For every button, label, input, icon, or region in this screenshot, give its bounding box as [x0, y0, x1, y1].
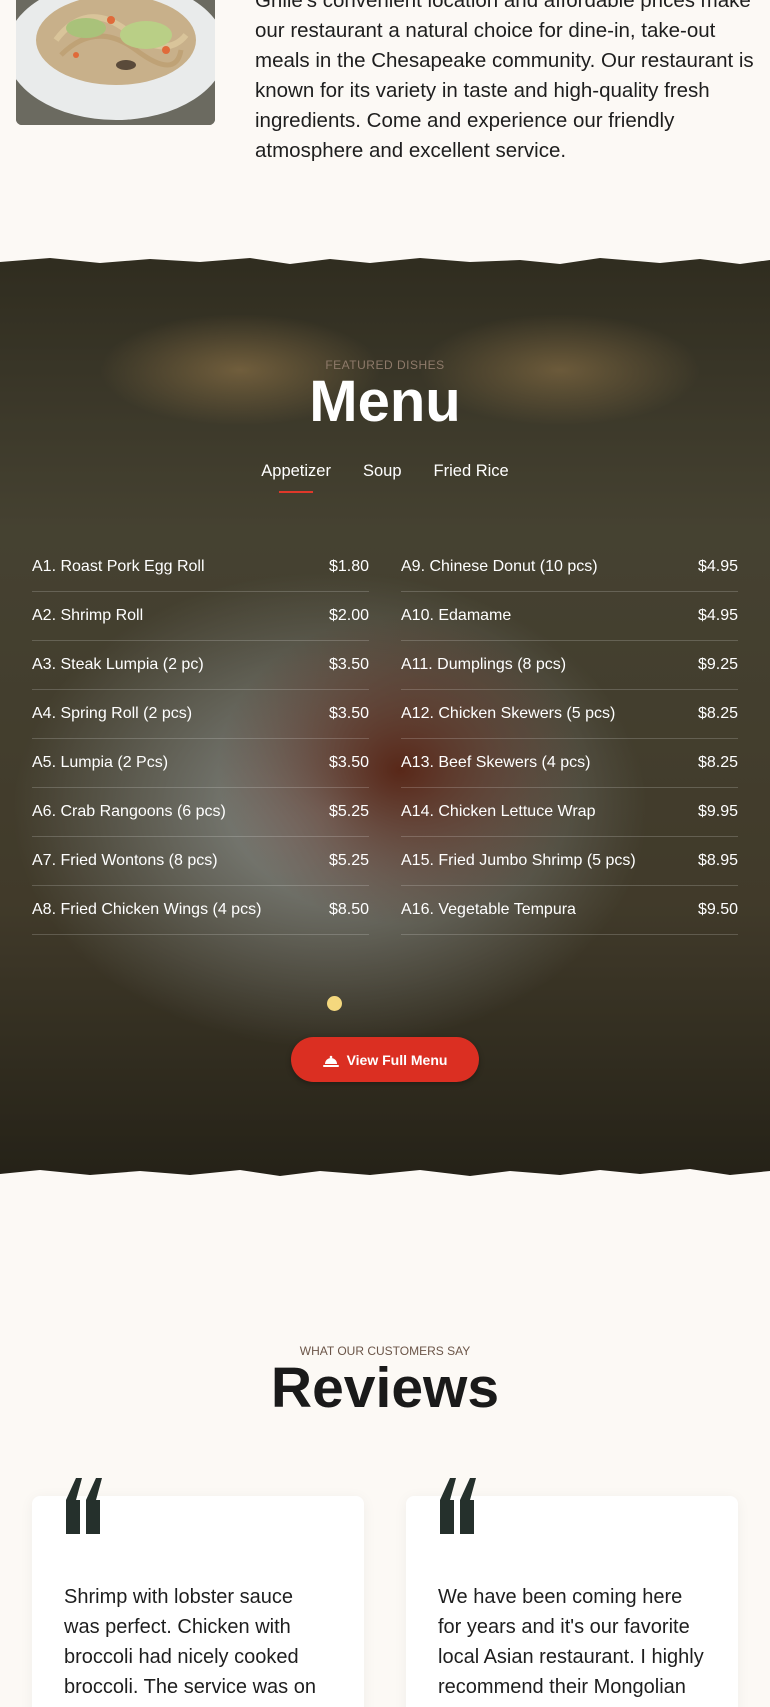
menu-section: FEATURED DISHES Menu Appetizer Soup Frie… [0, 250, 770, 1185]
menu-title: Menu [309, 369, 461, 434]
review-card: We have been coming here for years and i… [406, 1478, 738, 1707]
menu-item-name: A6. Crab Rangoons (6 pcs) [32, 803, 226, 820]
view-full-menu-label: View Full Menu [346, 1051, 448, 1068]
menu-item: A6. Crab Rangoons (6 pcs) $5.25 [32, 788, 369, 837]
menu-item-name: A12. Chicken Skewers (5 pcs) [401, 705, 616, 722]
menu-item-name: A16. Vegetable Tempura [401, 901, 576, 918]
menu-item-price: $1.80 [328, 558, 369, 575]
menu-item: A15. Fried Jumbo Shrimp (5 pcs) $8.95 [401, 837, 738, 886]
menu-item-price: $3.50 [328, 705, 369, 722]
menu-item-name: A14. Chicken Lettuce Wrap [401, 803, 596, 820]
menu-item: A9. Chinese Donut (10 pcs) $4.95 [401, 543, 738, 592]
menu-item-price: $9.95 [697, 803, 738, 820]
menu-items: A1. Roast Pork Egg Roll $1.80 A2. Shrimp … [32, 543, 738, 935]
menu-item-name: A10. Edamame [401, 607, 512, 624]
review-card: Shrimp with lobster sauce was perfect. C… [32, 1478, 364, 1707]
tab-soup[interactable]: Soup [363, 462, 402, 493]
menu-item-price: $5.25 [328, 852, 369, 869]
quote-icon [66, 1478, 102, 1534]
reviews-title: Reviews [270, 1356, 500, 1420]
tab-appetizer[interactable]: Appetizer [261, 462, 331, 493]
menu-item-price: $3.50 [328, 656, 369, 673]
about-section: Grille's convenient location and afforda… [0, 0, 770, 250]
menu-item-name: A11. Dumplings (8 pcs) [401, 656, 567, 673]
carousel-dot[interactable] [327, 996, 342, 1011]
quote-icon [440, 1478, 476, 1534]
menu-item-price: $8.50 [328, 901, 369, 918]
menu-item: A10. Edamame $4.95 [401, 592, 738, 641]
menu-item-price: $4.95 [697, 607, 738, 624]
menu-item-price: $9.25 [697, 656, 738, 673]
menu-item: A8. Fried Chicken Wings (4 pcs) $8.50 [32, 886, 369, 935]
menu-item-name: A5. Lumpia (2 Pcs) [32, 754, 169, 771]
cloche-icon [322, 1054, 339, 1067]
view-full-menu-button[interactable]: View Full Menu [291, 1037, 479, 1082]
menu-item: A14. Chicken Lettuce Wrap $9.95 [401, 788, 738, 837]
tab-fried-rice[interactable]: Fried Rice [434, 462, 509, 493]
menu-item: A3. Steak Lumpia (2 pc) $3.50 [32, 641, 369, 690]
torn-edge-bottom [0, 1169, 770, 1185]
menu-item-price: $3.50 [328, 754, 369, 771]
menu-item-name: A15. Fried Jumbo Shrimp (5 pcs) [401, 852, 636, 869]
menu-column-left: A1. Roast Pork Egg Roll $1.80 A2. Shrimp … [32, 543, 369, 935]
menu-item: A16. Vegetable Tempura $9.50 [401, 886, 738, 935]
menu-item: A1. Roast Pork Egg Roll $1.80 [32, 543, 369, 592]
menu-item: A11. Dumplings (8 pcs) $9.25 [401, 641, 738, 690]
torn-edge-top [0, 250, 770, 264]
review-text: We have been coming here for years and i… [438, 1586, 704, 1698]
menu-item-price: $8.95 [697, 852, 738, 869]
menu-item-name: A9. Chinese Donut (10 pcs) [401, 558, 598, 575]
menu-column-right: A9. Chinese Donut (10 pcs) $4.95 A10. Eda… [401, 543, 738, 935]
menu-item: A13. Beef Skewers (4 pcs) $8.25 [401, 739, 738, 788]
noodle-dish-image [16, 0, 215, 125]
menu-item-name: A7. Fried Wontons (8 pcs) [32, 852, 218, 869]
menu-item-name: A4. Spring Roll (2 pcs) [32, 705, 193, 722]
menu-item-name: A2. Shrimp Roll [32, 607, 144, 624]
menu-item-price: $4.95 [697, 558, 738, 575]
menu-item-name: A3. Steak Lumpia (2 pc) [32, 656, 204, 673]
menu-tabs: Appetizer Soup Fried Rice [0, 462, 770, 493]
review-text: Shrimp with lobster sauce was perfect. C… [64, 1586, 316, 1698]
menu-item: A5. Lumpia (2 Pcs) $3.50 [32, 739, 369, 788]
menu-item: A2. Shrimp Roll $2.00 [32, 592, 369, 641]
menu-item: A7. Fried Wontons (8 pcs) $5.25 [32, 837, 369, 886]
menu-item: A12. Chicken Skewers (5 pcs) $8.25 [401, 690, 738, 739]
menu-item-price: $8.25 [697, 754, 738, 771]
about-text: Grille's convenient location and afforda… [255, 0, 754, 162]
menu-item-name: A1. Roast Pork Egg Roll [32, 558, 205, 575]
menu-item-price: $5.25 [328, 803, 369, 820]
menu-item: A4. Spring Roll (2 pcs) $3.50 [32, 690, 369, 739]
menu-item-price: $8.25 [697, 705, 738, 722]
menu-item-name: A8. Fried Chicken Wings (4 pcs) [32, 901, 262, 918]
menu-item-price: $2.00 [328, 607, 369, 624]
menu-item-price: $9.50 [697, 901, 738, 918]
menu-item-name: A13. Beef Skewers (4 pcs) [401, 754, 591, 771]
